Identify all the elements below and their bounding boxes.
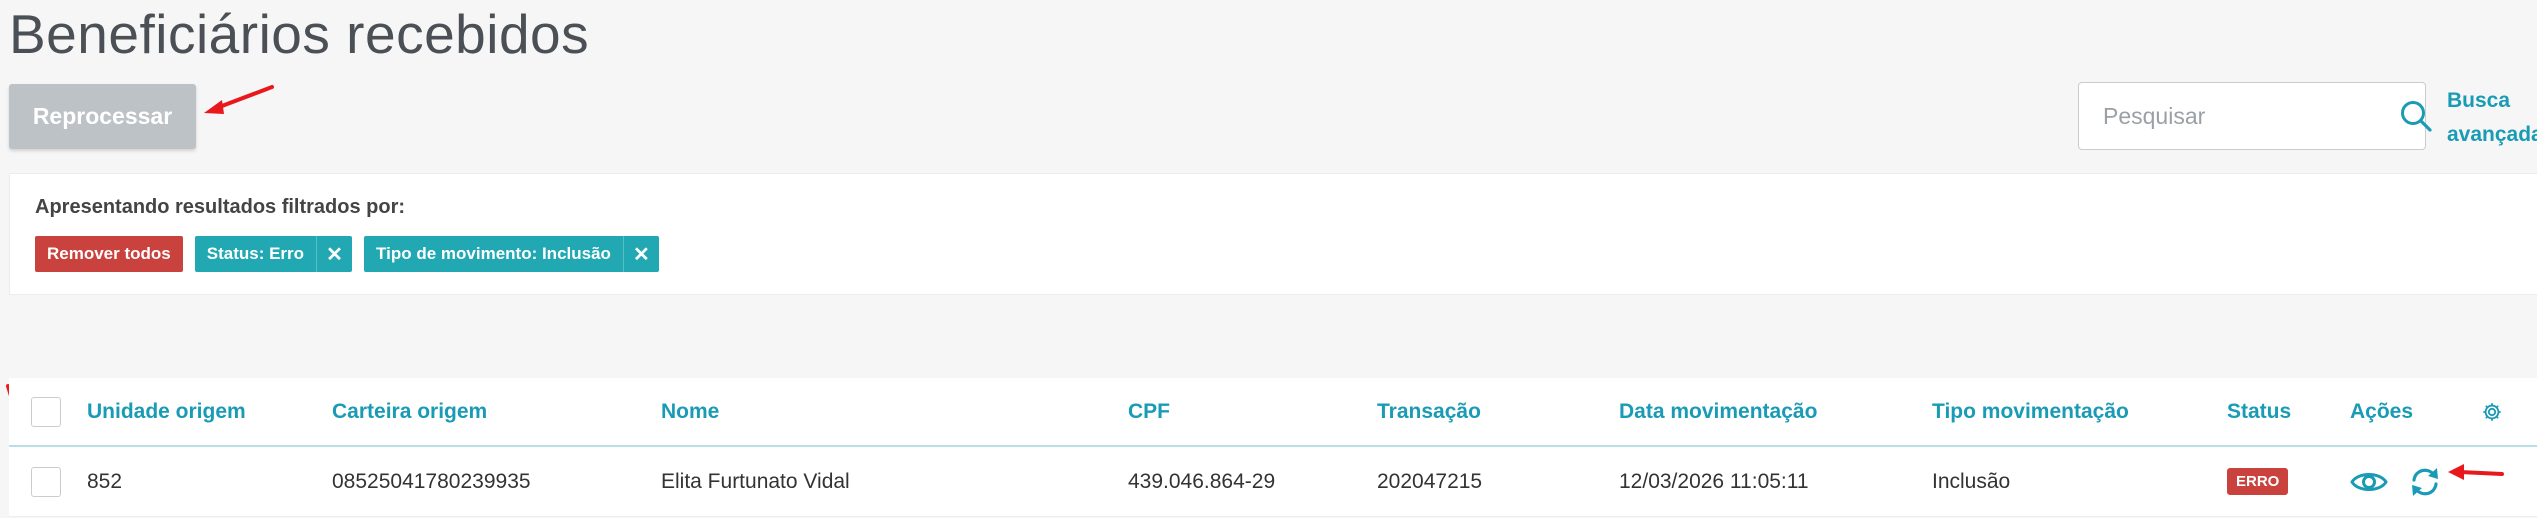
cell-data: 12/03/2026 11:05:11	[1619, 469, 1809, 493]
refresh-icon[interactable]	[2408, 466, 2442, 498]
filter-chip-status: Status: Erro ✕	[194, 236, 353, 272]
close-icon[interactable]: ✕	[316, 236, 352, 272]
search-box	[2078, 82, 2432, 150]
filter-chip-tipo-movimento: Tipo de movimento: Inclusão ✕	[364, 236, 659, 272]
gear-icon[interactable]	[2481, 378, 2503, 445]
eye-icon[interactable]	[2350, 469, 2388, 495]
annotation-arrow-icon	[204, 85, 274, 114]
select-all-checkbox[interactable]	[31, 396, 61, 427]
cell-carteira: 08525041780239935	[332, 469, 531, 493]
close-icon[interactable]: ✕	[622, 236, 659, 272]
annotation-arrow-icon	[2448, 464, 2504, 480]
filter-chip-label: Tipo de movimento: Inclusão	[376, 244, 611, 263]
column-header-status[interactable]: Status	[2227, 378, 2291, 445]
search-input[interactable]	[2079, 83, 2399, 149]
filter-chips: Remover todos Status: Erro ✕ Tipo de mov…	[35, 236, 659, 272]
filter-chip-label: Status: Erro	[206, 244, 305, 263]
row-actions	[2350, 447, 2442, 516]
column-header-cpf[interactable]: CPF	[1128, 378, 1170, 445]
column-header-carteira[interactable]: Carteira origem	[332, 378, 487, 445]
search-icon[interactable]	[2399, 99, 2433, 133]
cell-transacao: 202047215	[1377, 469, 1483, 493]
column-header-transacao[interactable]: Transação	[1377, 378, 1481, 445]
column-header-nome[interactable]: Nome	[661, 378, 719, 445]
table-header: Unidade origem Carteira origem Nome CPF …	[9, 378, 2537, 447]
cell-unidade: 852	[87, 469, 123, 493]
cell-tipo: Inclusão	[1932, 469, 2011, 493]
beneficiaries-table: Unidade origem Carteira origem Nome CPF …	[9, 378, 2537, 517]
remove-all-filters-button[interactable]: Remover todos	[35, 236, 183, 272]
column-header-data[interactable]: Data movimentação	[1619, 378, 1817, 445]
table-row[interactable]: 852 08525041780239935 Elita Furtunato Vi…	[9, 447, 2537, 517]
column-header-unidade[interactable]: Unidade origem	[87, 378, 246, 445]
column-header-acoes: Ações	[2350, 399, 2414, 423]
page-title: Beneficiários recebidos	[9, 3, 590, 65]
status-badge: ERRO	[2227, 468, 2289, 495]
advanced-search-link[interactable]: Busca avançada	[2447, 84, 2537, 152]
filter-panel: Apresentando resultados filtrados por: R…	[9, 173, 2537, 295]
cell-nome: Elita Furtunato Vidal	[661, 469, 850, 493]
row-checkbox[interactable]	[31, 466, 61, 497]
column-header-tipo[interactable]: Tipo movimentação	[1932, 378, 2129, 445]
reprocess-button[interactable]: Reprocessar	[9, 84, 196, 149]
filter-label: Apresentando resultados filtrados por:	[35, 196, 406, 218]
cell-cpf: 439.046.864-29	[1128, 469, 1276, 493]
